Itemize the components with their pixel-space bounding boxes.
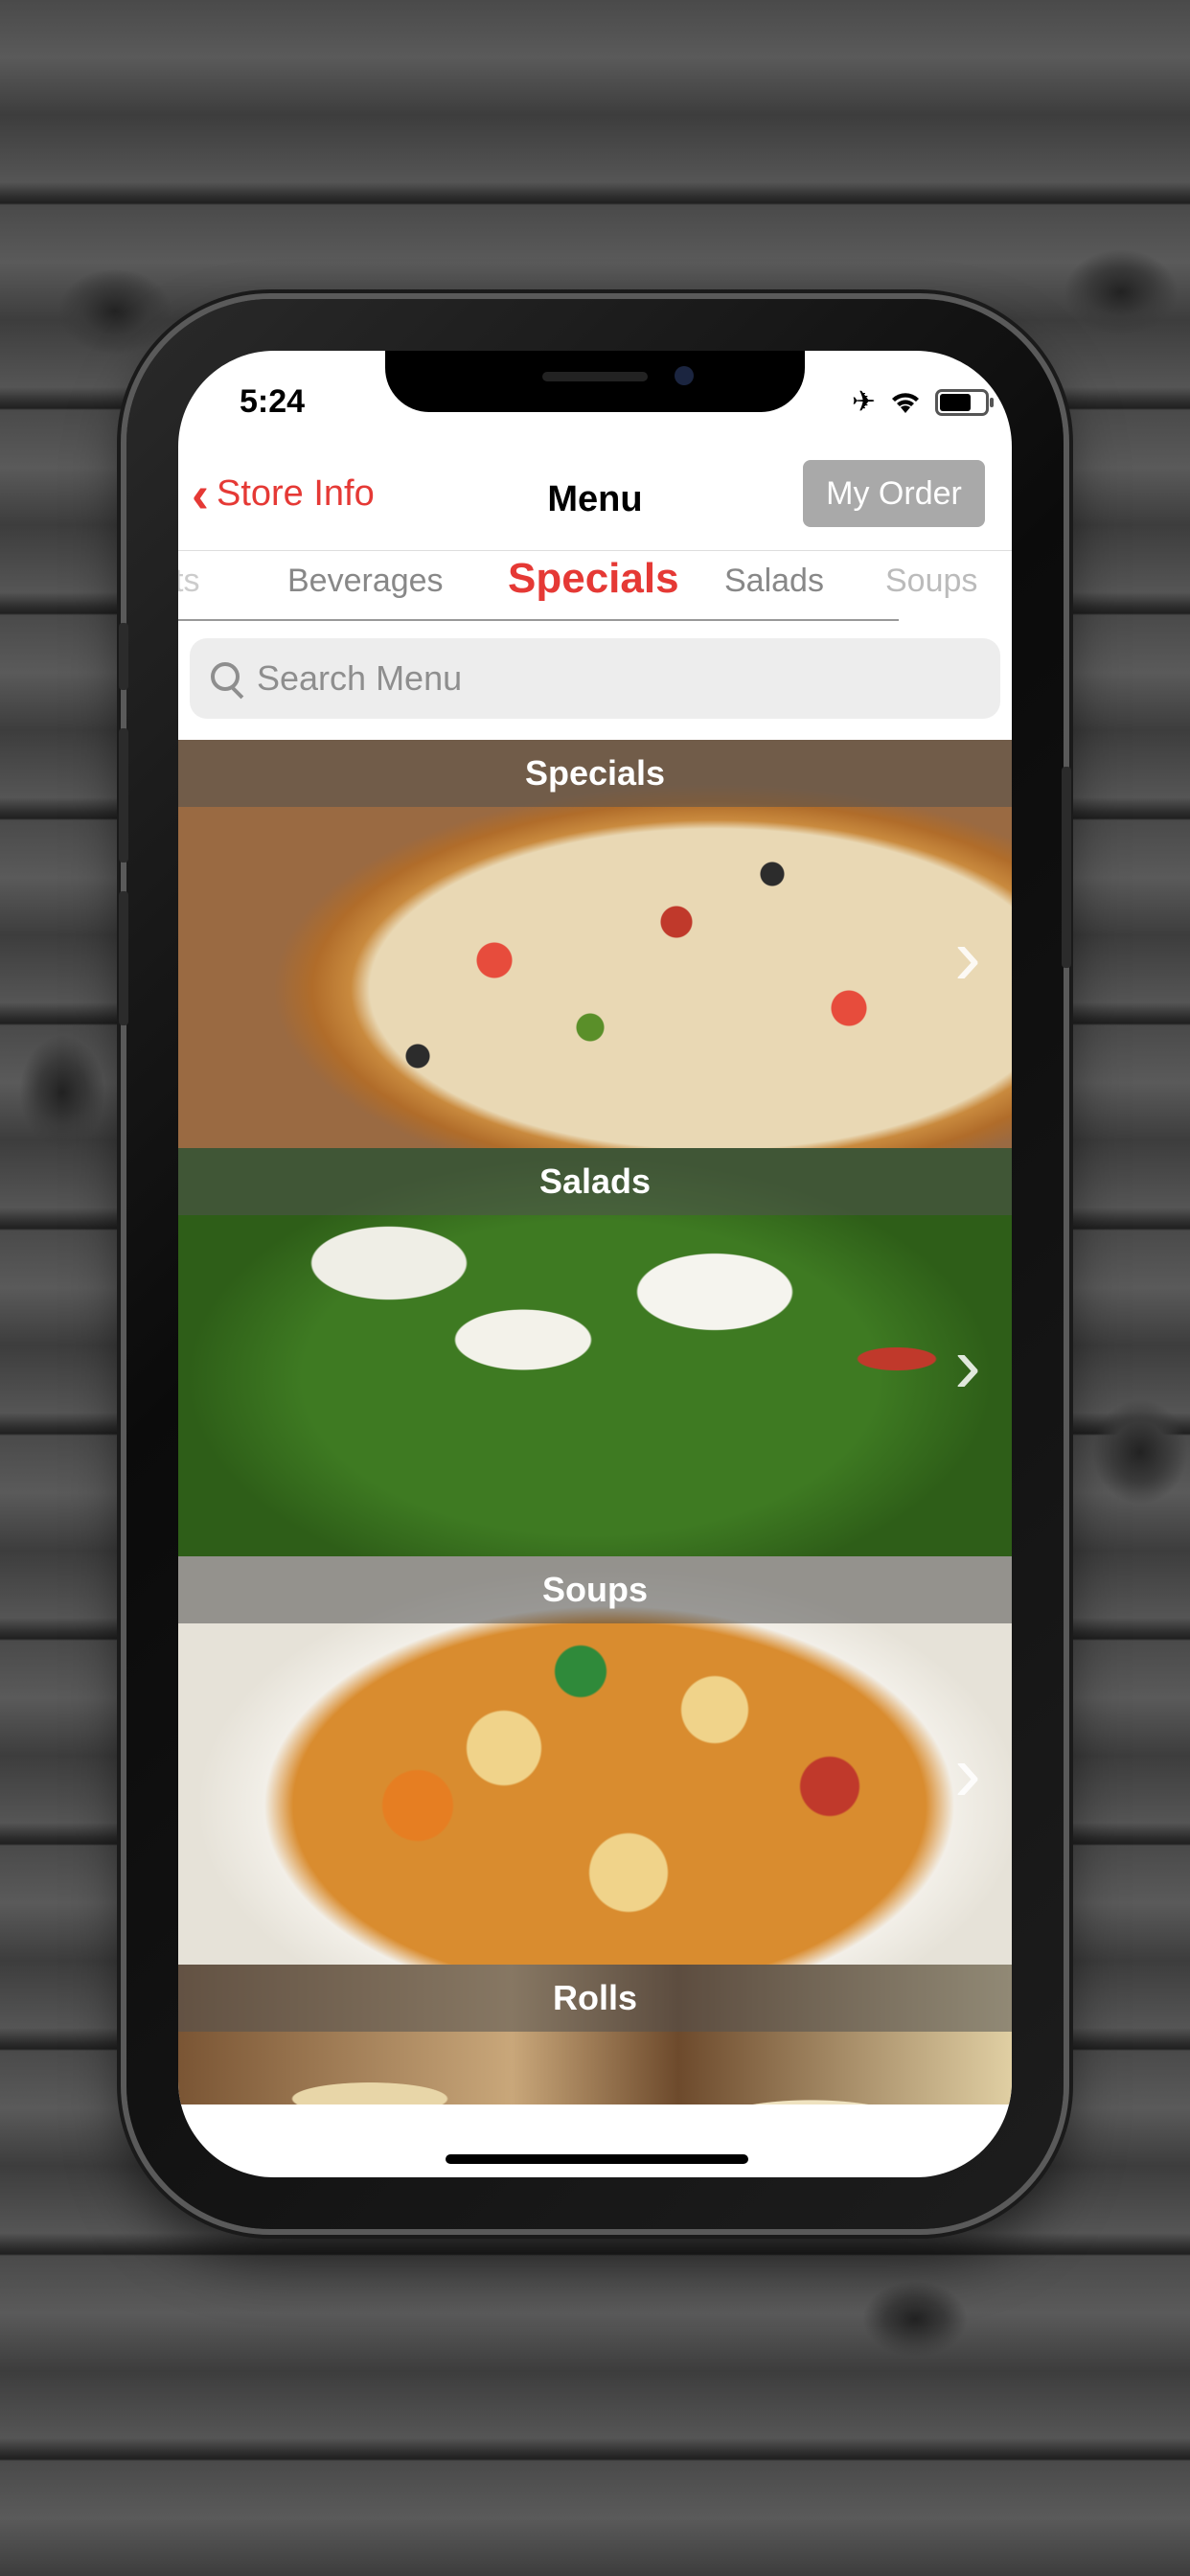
phone-side-button xyxy=(119,891,128,1025)
wood-knot xyxy=(19,1035,105,1150)
search-placeholder: Search Menu xyxy=(257,658,463,698)
status-icons: ✈ xyxy=(851,385,994,419)
airplane-icon: ✈ xyxy=(851,386,876,418)
category-rolls[interactable]: Rolls xyxy=(178,1965,1012,2104)
wood-knot xyxy=(57,268,172,355)
my-order-button[interactable]: My Order xyxy=(803,460,985,527)
phone-side-button xyxy=(1062,767,1071,968)
category-title: Rolls xyxy=(178,1965,1012,2032)
tab-salads[interactable]: Salads xyxy=(724,563,824,600)
category-title: Specials xyxy=(178,740,1012,807)
tab-beverages[interactable]: Beverages xyxy=(287,563,444,600)
status-time: 5:24 xyxy=(240,383,306,420)
home-indicator[interactable] xyxy=(446,2154,748,2164)
chevron-right-icon: › xyxy=(954,1320,981,1410)
battery-icon xyxy=(935,388,994,416)
category-title: Soups xyxy=(178,1556,1012,1623)
chevron-right-icon: › xyxy=(954,1728,981,1818)
tab-soups[interactable]: Soups xyxy=(885,563,977,600)
category-salads[interactable]: Salads › xyxy=(178,1148,1012,1556)
navigation-bar: ‹ Store Info Menu My Order xyxy=(178,443,1012,550)
chevron-right-icon: › xyxy=(954,911,981,1001)
category-specials[interactable]: Specials › xyxy=(178,740,1012,1148)
tab-partial[interactable]: ts xyxy=(178,563,199,600)
search-field[interactable]: Search Menu xyxy=(190,638,1000,719)
category-title: Salads xyxy=(178,1148,1012,1215)
battery-fill xyxy=(940,393,971,411)
wood-knot xyxy=(862,2281,968,2358)
notch xyxy=(385,351,805,412)
speaker xyxy=(542,372,648,381)
camera xyxy=(675,366,694,385)
tab-specials[interactable]: Specials xyxy=(508,555,679,603)
phone-screen: 5:24 ✈ ‹ Store Info Menu My Order ts Bev… xyxy=(178,351,1012,2177)
wood-knot xyxy=(1092,1399,1188,1505)
phone-side-button xyxy=(119,623,128,690)
category-tabs: ts Beverages Specials Salads Soups xyxy=(178,550,1012,624)
wifi-icon xyxy=(892,392,919,413)
category-soups[interactable]: Soups › xyxy=(178,1556,1012,1965)
tabs-underline xyxy=(178,619,899,621)
search-icon xyxy=(211,662,243,695)
wood-knot xyxy=(1064,249,1179,335)
phone-side-button xyxy=(119,728,128,862)
